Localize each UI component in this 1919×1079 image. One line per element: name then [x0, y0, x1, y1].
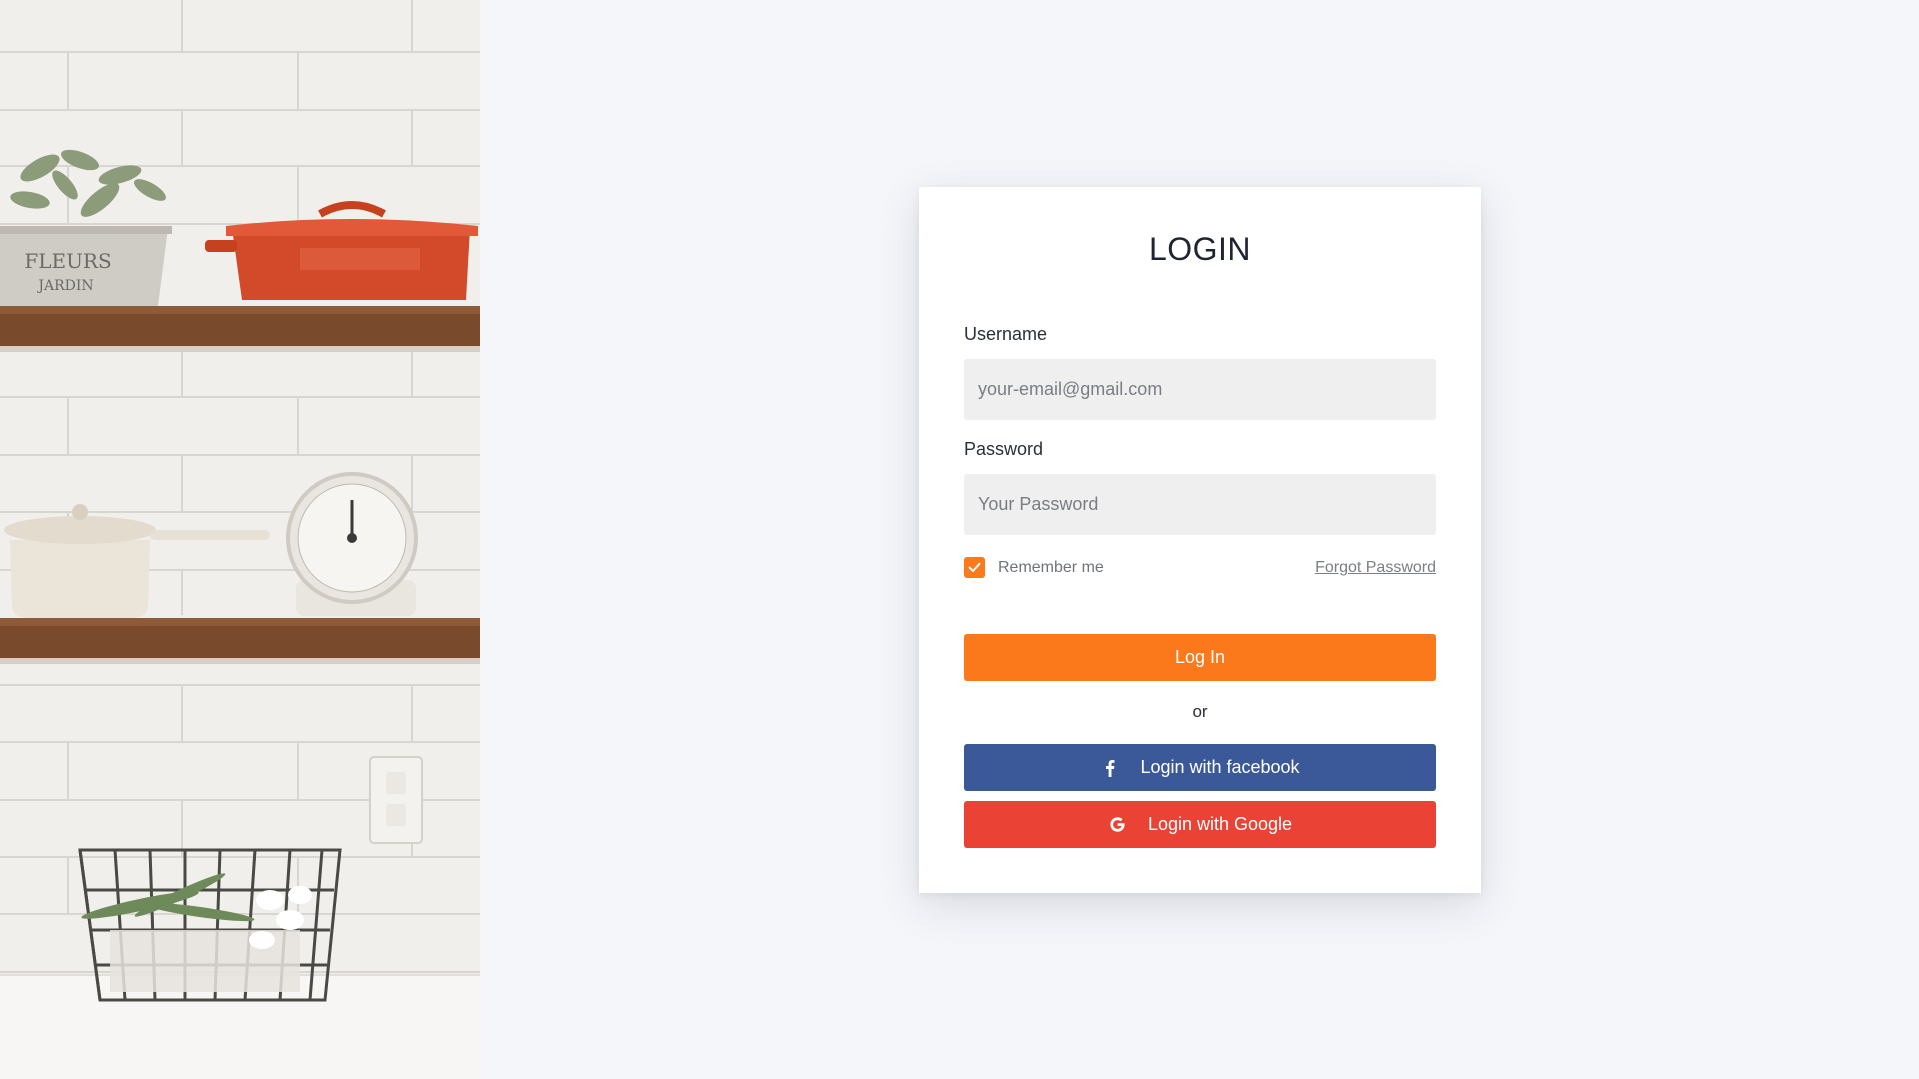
username-label: Username: [964, 324, 1048, 344]
google-login-button[interactable]: Login with Google: [964, 801, 1436, 848]
facebook-icon: [1100, 759, 1120, 777]
remember-me-toggle[interactable]: Remember me: [964, 557, 1104, 578]
svg-text:JARDIN: JARDIN: [36, 278, 93, 294]
login-title: LOGIN: [1148, 231, 1252, 267]
password-input[interactable]: [964, 474, 1436, 535]
kitchen-shelf-photo: FLEURS JARDIN: [0, 0, 480, 1079]
remember-me-label: Remember me: [998, 558, 1104, 576]
login-card: LOGIN Username Password Remember me Forg…: [919, 187, 1481, 893]
username-input[interactable]: [964, 359, 1436, 420]
google-login-label: Login with Google: [1147, 814, 1293, 834]
facebook-login-button[interactable]: Login with facebook: [964, 744, 1436, 791]
remember-me-checkbox[interactable]: [964, 557, 985, 578]
login-page: FLEURS JARDIN LOGIN Username your-email@…: [0, 0, 1919, 1079]
facebook-login-label: Login with facebook: [1140, 757, 1300, 777]
forgot-password-link[interactable]: Forgot Password: [1315, 559, 1436, 577]
check-icon: [968, 562, 981, 572]
login-button[interactable]: Log In: [964, 634, 1436, 681]
google-icon: [1108, 816, 1128, 833]
login-button-label: Log In: [1174, 647, 1226, 667]
password-label: Password: [964, 439, 1044, 459]
or-separator: or: [1192, 702, 1208, 721]
planter-lettering: FLEURS: [24, 249, 111, 273]
